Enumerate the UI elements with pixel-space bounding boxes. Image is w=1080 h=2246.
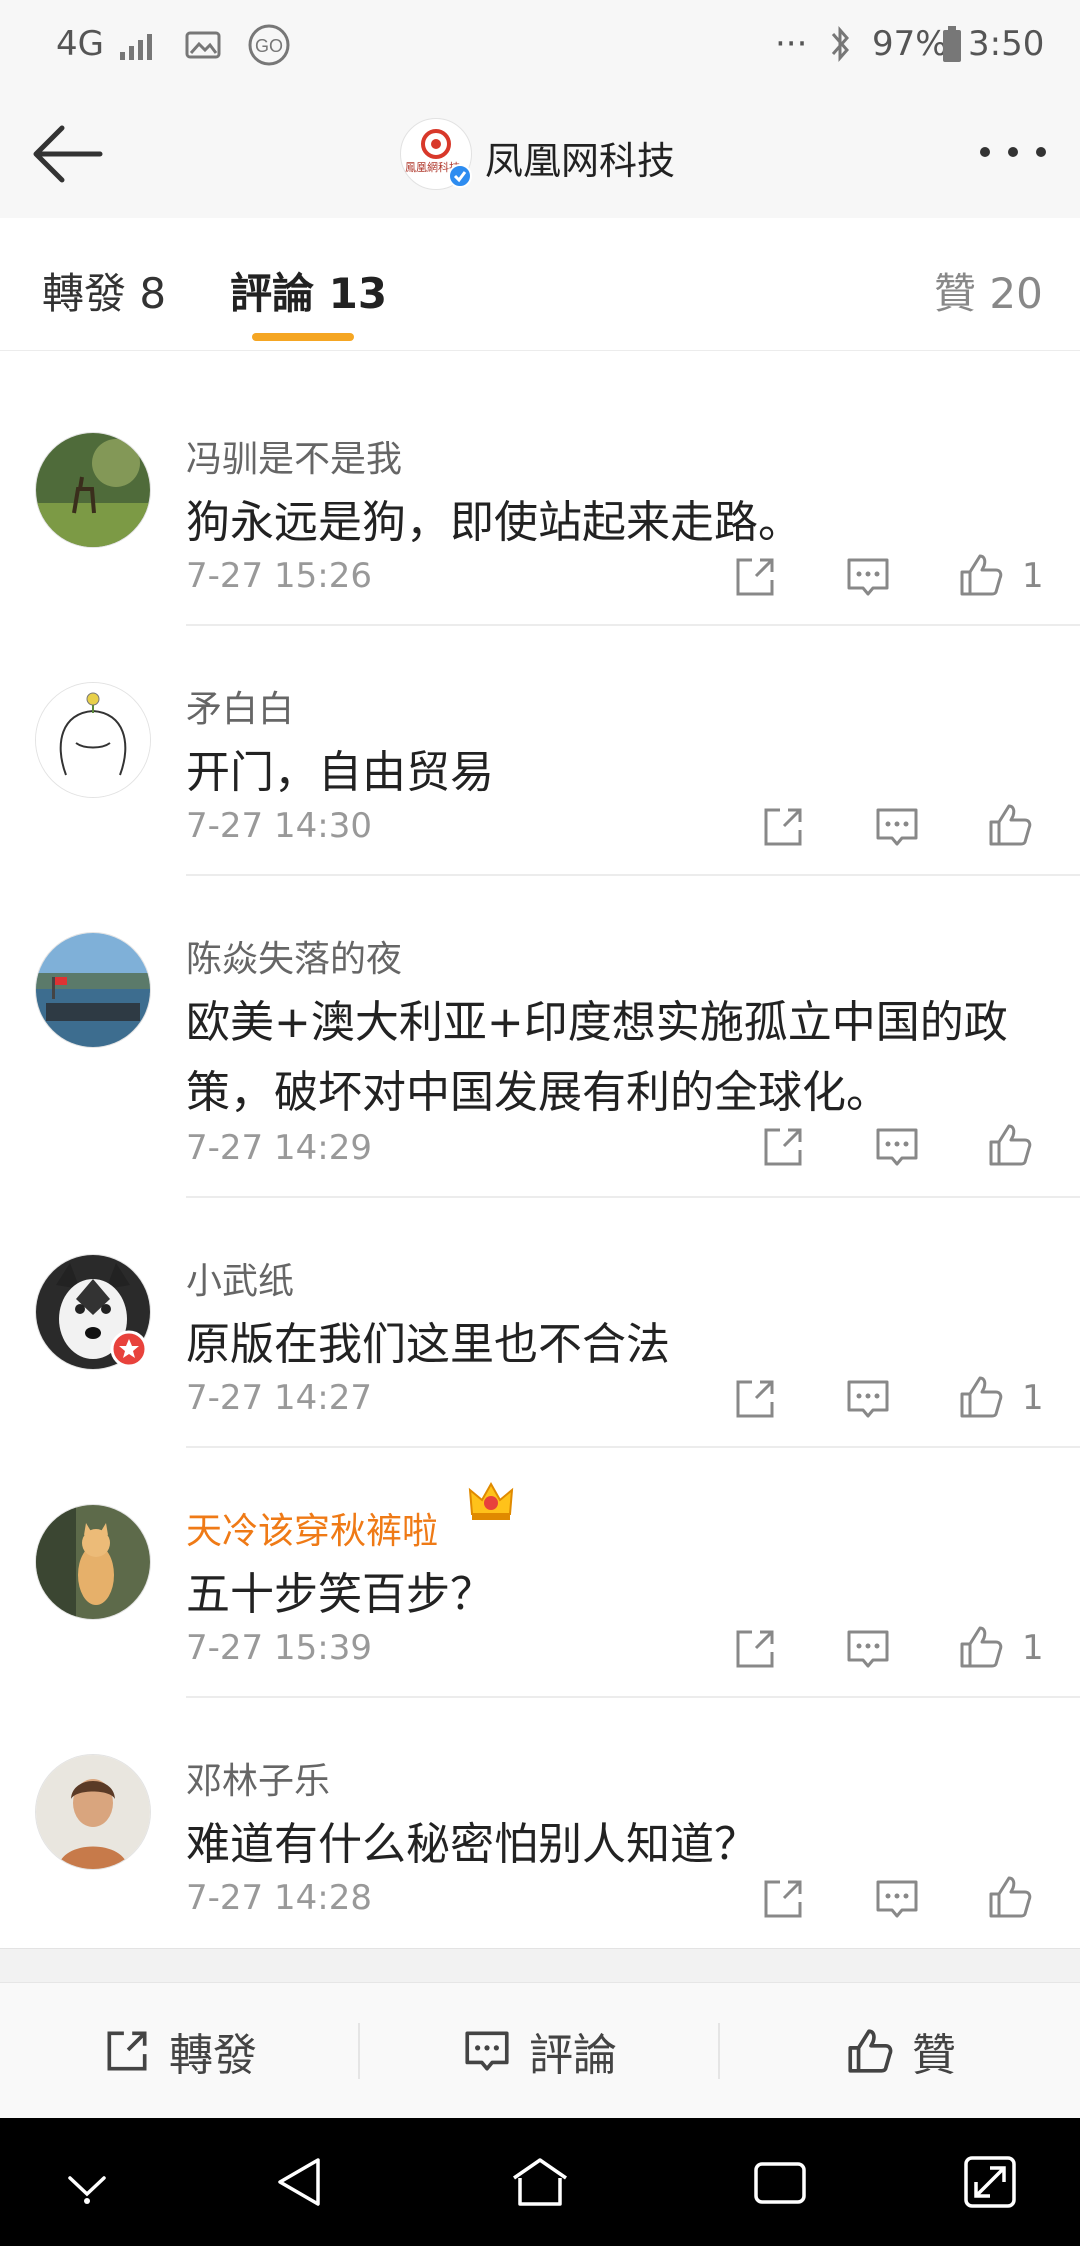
like-label: 贊: [912, 2030, 956, 2081]
avatar[interactable]: [35, 682, 151, 798]
recents-icon[interactable]: [752, 2158, 808, 2208]
go-icon: GO: [248, 24, 290, 66]
comment-time: 7-27 14:30: [186, 806, 372, 846]
like-icon[interactable]: [985, 1120, 1035, 1170]
reply-icon[interactable]: [843, 552, 893, 602]
comment-text: 原版在我们这里也不合法: [186, 1319, 670, 1370]
home-icon[interactable]: [510, 2154, 570, 2210]
page-title: 凤凰网科技: [485, 139, 676, 183]
expand-icon[interactable]: [960, 2152, 1020, 2212]
avatar[interactable]: [35, 432, 151, 548]
like-count: 1: [1022, 556, 1044, 596]
reply-icon[interactable]: [872, 802, 922, 852]
battery-percent: 97%: [872, 24, 948, 64]
tab-like[interactable]: 贊 20: [934, 260, 1043, 321]
like-count: 1: [1022, 1628, 1044, 1668]
member-badge-icon: [110, 1330, 148, 1368]
header: 鳳凰網科技 凤凰网科技: [0, 90, 1080, 219]
deer-avatar-icon: [36, 433, 150, 547]
comment-text: 狗永远是狗，即使站起来走路。: [186, 497, 802, 548]
crown-badge-icon: [468, 1481, 514, 1520]
status-bar: 4G GO ··· 97% 3:50: [0, 0, 1080, 90]
hide-keyboard-icon[interactable]: [62, 2166, 112, 2206]
comment-time: 7-27 14:28: [186, 1878, 372, 1918]
system-nav-bar: [0, 2118, 1080, 2246]
share-icon[interactable]: [758, 1874, 808, 1924]
avatar[interactable]: [35, 932, 151, 1048]
reply-icon[interactable]: [843, 1624, 893, 1674]
comment-time: 7-27 14:27: [186, 1378, 372, 1418]
like-count: 1: [1022, 1378, 1044, 1418]
comment-time: 7-27 15:26: [186, 556, 372, 596]
like-icon[interactable]: [956, 1622, 1006, 1672]
comment-item[interactable]: 小武纸 原版在我们这里也不合法 7-27 14:27 1: [0, 1198, 1080, 1448]
more-options-icon[interactable]: [975, 140, 1051, 164]
like-icon[interactable]: [985, 800, 1035, 850]
active-tab-indicator: [252, 333, 354, 341]
comment-time: 7-27 14:29: [186, 1128, 372, 1168]
tab-comment[interactable]: 評論 13: [230, 260, 387, 321]
comment-text: 开门，自由贸易: [186, 747, 494, 798]
reply-icon[interactable]: [872, 1874, 922, 1924]
avatar[interactable]: [35, 1504, 151, 1620]
tab-repost[interactable]: 轉發 8: [42, 260, 166, 321]
comment-label: 評論: [529, 2030, 617, 2081]
like-icon: [848, 2029, 893, 2073]
commenter-name[interactable]: 小武纸: [186, 1252, 294, 1304]
woman-avatar-icon: [36, 1755, 150, 1869]
back-arrow-icon[interactable]: [28, 122, 108, 186]
comment-icon: [465, 2031, 509, 2071]
comment-item[interactable]: 陈焱失落的夜 欧美+澳大利亚+印度想实施孤立中国的政策，破坏对中国发展有利的全球…: [0, 876, 1080, 1196]
more-status-icon: ···: [775, 24, 808, 64]
bottom-action-bar: 轉發 評論 贊: [0, 1982, 1080, 2119]
tab-bar: 轉發 8 評論 13 贊 20: [0, 218, 1080, 351]
cat-avatar-icon: [36, 1505, 150, 1619]
clock: 3:50: [968, 24, 1045, 64]
comment-button[interactable]: 評論: [360, 1983, 718, 2119]
share-icon[interactable]: [730, 552, 780, 602]
list-footer-gap: [0, 1948, 1080, 1983]
bluetooth-icon: [831, 26, 849, 62]
comment-text: 欧美+澳大利亚+印度想实施孤立中国的政策，破坏对中国发展有利的全球化。: [186, 997, 1008, 1118]
like-icon[interactable]: [956, 550, 1006, 600]
reply-icon[interactable]: [843, 1374, 893, 1424]
image-icon: [185, 31, 221, 59]
share-icon[interactable]: [730, 1374, 780, 1424]
commenter-name[interactable]: 冯驯是不是我: [186, 430, 402, 482]
comment-item[interactable]: 矛白白 开门，自由贸易 7-27 14:30: [0, 626, 1080, 876]
back-icon[interactable]: [272, 2154, 328, 2210]
like-icon[interactable]: [985, 1872, 1035, 1922]
repost-button[interactable]: 轉發: [0, 1983, 358, 2119]
share-icon[interactable]: [758, 1122, 808, 1172]
battery-icon: [943, 26, 961, 62]
avatar[interactable]: [35, 1754, 151, 1870]
comment-item[interactable]: 邓林子乐 难道有什么秘密怕别人知道？ 7-27 14:28: [0, 1698, 1080, 1948]
like-button[interactable]: 贊: [720, 1983, 1080, 2119]
share-icon[interactable]: [758, 802, 808, 852]
signal-icon: [120, 34, 152, 60]
comment-text: 五十步笑百步？: [186, 1569, 494, 1620]
share-icon: [107, 2031, 147, 2071]
commenter-name[interactable]: 陈焱失落的夜: [186, 930, 402, 982]
commenter-name[interactable]: 天冷该穿秋裤啦: [186, 1502, 438, 1554]
reply-icon[interactable]: [872, 1122, 922, 1172]
comment-item[interactable]: 冯驯是不是我 狗永远是狗，即使站起来走路。 7-27 15:26 1: [0, 376, 1080, 626]
commenter-name[interactable]: 邓林子乐: [186, 1752, 330, 1804]
comment-item[interactable]: 天冷该穿秋裤啦 五十步笑百步？ 7-27 15:39 1: [0, 1448, 1080, 1698]
comment-time: 7-27 15:39: [186, 1628, 372, 1668]
share-icon[interactable]: [730, 1624, 780, 1674]
repost-label: 轉發: [169, 2030, 257, 2081]
svg-text:GO: GO: [255, 36, 283, 56]
seaside-avatar-icon: [36, 933, 150, 1047]
network-indicator: 4G: [56, 24, 104, 64]
commenter-name[interactable]: 矛白白: [186, 680, 294, 732]
like-icon[interactable]: [956, 1372, 1006, 1422]
comment-text: 难道有什么秘密怕别人知道？: [186, 1819, 758, 1870]
verified-badge-icon: [448, 164, 472, 188]
sketch-girl-avatar-icon: [36, 683, 150, 797]
